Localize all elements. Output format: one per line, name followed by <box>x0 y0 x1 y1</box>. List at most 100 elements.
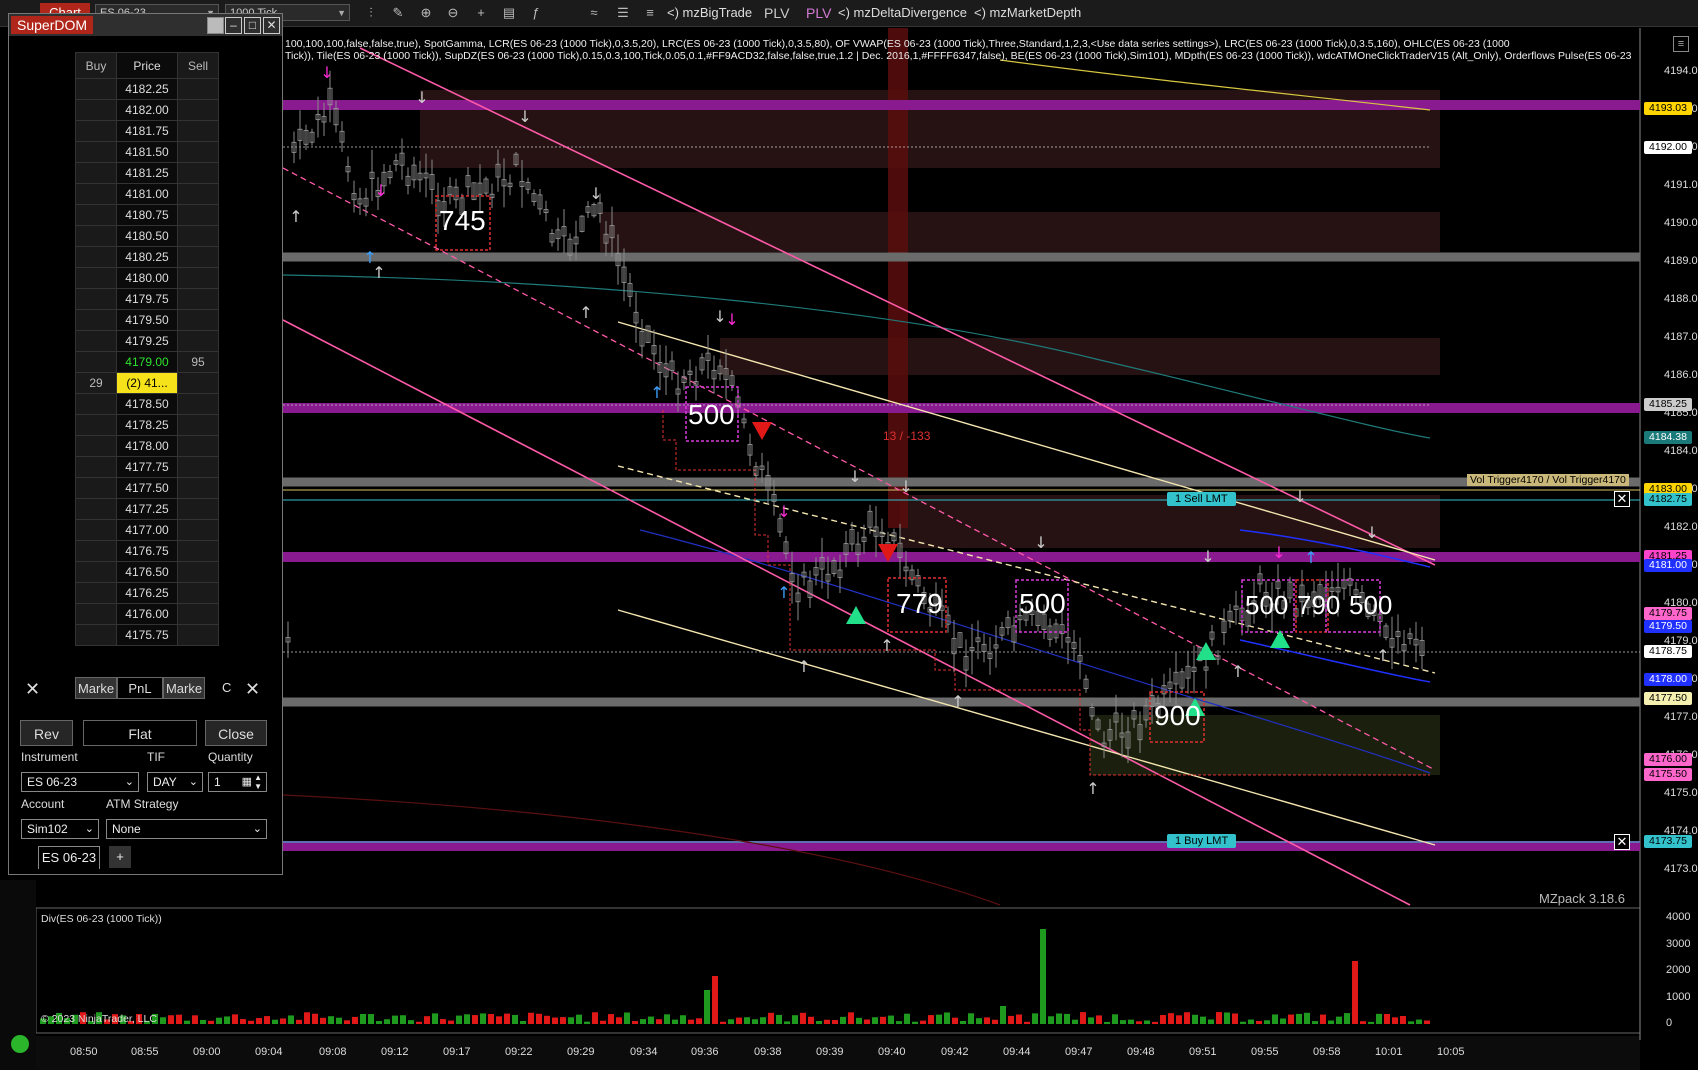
ladder-sell-cell[interactable] <box>177 225 219 247</box>
ladder-sell-cell[interactable] <box>177 183 219 205</box>
ladder-row[interactable]: 4177.75 <box>75 456 219 478</box>
ladder-buy-cell[interactable] <box>75 456 117 478</box>
ladder-buy-cell[interactable]: 29 <box>75 372 117 394</box>
ladder-sell-cell[interactable] <box>177 288 219 310</box>
ladder-sell-cell[interactable] <box>177 330 219 352</box>
color-swatch-icon[interactable] <box>207 17 224 34</box>
superdom-title-bar[interactable]: SuperDOM – □ ✕ <box>9 14 282 36</box>
ladder-row[interactable]: 4180.00 <box>75 267 219 289</box>
sell-limit-order-tag[interactable]: 1 Sell LMT <box>1167 492 1236 506</box>
cancel-buy-order-icon[interactable]: ✕ <box>1614 834 1630 850</box>
ladder-buy-cell[interactable] <box>75 204 117 226</box>
ladder-sell-cell[interactable] <box>177 204 219 226</box>
ladder-buy-cell[interactable] <box>75 225 117 247</box>
minimize-icon[interactable]: – <box>225 17 242 34</box>
ladder-sell-cell[interactable] <box>177 477 219 499</box>
bar-type-icon[interactable]: ⫶ <box>362 4 380 22</box>
cancel-sell-order-icon[interactable]: ✕ <box>1614 491 1630 507</box>
chart-trader-icon[interactable]: ≡ <box>641 4 659 22</box>
ladder-row[interactable]: 4181.00 <box>75 183 219 205</box>
price-ladder[interactable]: Buy Price Sell 4182.25 4182.00 4181.75 4181… <box>75 52 219 646</box>
ladder-buy-cell[interactable] <box>75 267 117 289</box>
ladder-buy-cell[interactable] <box>75 561 117 583</box>
ladder-sell-cell[interactable] <box>177 456 219 478</box>
ladder-buy-cell[interactable] <box>75 477 117 499</box>
properties-icon[interactable]: ☰ <box>614 4 632 22</box>
quantity-stepper[interactable]: 1 ▦ ▲ ▼ <box>208 772 267 792</box>
ladder-row[interactable]: 4180.50 <box>75 225 219 247</box>
crosshair-icon[interactable]: + <box>472 4 490 22</box>
ladder-row[interactable]: 29 (2) 41... <box>75 372 219 394</box>
ladder-sell-cell[interactable] <box>177 582 219 604</box>
ladder-row[interactable]: 4179.25 <box>75 330 219 352</box>
ladder-buy-cell[interactable] <box>75 603 117 625</box>
mzmarketdepth-button[interactable]: <) mzMarketDepth <box>974 5 1081 20</box>
instrument-select[interactable]: ES 06-23 ⌄ <box>21 772 139 792</box>
ladder-buy-cell[interactable] <box>75 330 117 352</box>
ladder-buy-cell[interactable] <box>75 183 117 205</box>
ladder-row[interactable]: 4180.75 <box>75 204 219 226</box>
atm-strategy-select[interactable]: None ⌄ <box>106 819 267 839</box>
ladder-sell-cell[interactable] <box>177 267 219 289</box>
ladder-row[interactable]: 4180.25 <box>75 246 219 268</box>
ladder-buy-cell[interactable] <box>75 120 117 142</box>
ladder-sell-cell[interactable] <box>177 393 219 415</box>
ladder-sell-cell[interactable] <box>177 561 219 583</box>
ladder-buy-cell[interactable] <box>75 78 117 100</box>
ladder-row[interactable]: 4178.50 <box>75 393 219 415</box>
ladder-sell-cell[interactable] <box>177 246 219 268</box>
ladder-sell-cell[interactable] <box>177 309 219 331</box>
ladder-sell-cell[interactable] <box>177 372 219 394</box>
close-orders-icon[interactable]: ✕ <box>245 679 260 700</box>
ladder-sell-cell[interactable] <box>177 120 219 142</box>
flatten-button[interactable]: Flat <box>83 720 197 746</box>
market-sell-button[interactable]: Marke <box>163 677 205 699</box>
ladder-row[interactable]: 4181.75 <box>75 120 219 142</box>
plv-button[interactable]: PLV <box>764 5 789 21</box>
ladder-buy-cell[interactable] <box>75 582 117 604</box>
ladder-sell-cell[interactable] <box>177 435 219 457</box>
close-icon[interactable]: ✕ <box>263 17 280 34</box>
ladder-buy-cell[interactable] <box>75 435 117 457</box>
ladder-buy-cell[interactable] <box>75 99 117 121</box>
ladder-sell-cell[interactable] <box>177 519 219 541</box>
zoom-in-icon[interactable]: ⊕ <box>417 4 435 22</box>
add-tab-button[interactable]: + <box>109 846 131 868</box>
ladder-row[interactable]: 4177.50 <box>75 477 219 499</box>
ladder-row[interactable]: 4182.25 <box>75 78 219 100</box>
data-box-icon[interactable]: ▤ <box>500 4 518 22</box>
ladder-buy-cell[interactable] <box>75 519 117 541</box>
ladder-buy-cell[interactable] <box>75 162 117 184</box>
ladder-row[interactable]: 4179.75 <box>75 288 219 310</box>
ladder-sell-cell[interactable] <box>177 624 219 646</box>
reverse-button[interactable]: Rev <box>20 720 73 746</box>
strategies-icon[interactable]: ≈ <box>585 4 603 22</box>
ladder-sell-cell[interactable] <box>177 414 219 436</box>
maximize-icon[interactable]: □ <box>244 17 261 34</box>
collapse-icon[interactable]: ≡ <box>1673 36 1689 52</box>
indicators-icon[interactable]: ƒ <box>527 4 545 22</box>
close-position-button[interactable]: Close <box>205 720 267 746</box>
ladder-sell-cell[interactable]: 95 <box>177 351 219 373</box>
tab-es-06-23[interactable]: ES 06-23 <box>38 846 100 869</box>
buy-limit-order-tag[interactable]: 1 Buy LMT <box>1167 834 1237 848</box>
plv-button-active[interactable]: PLV <box>806 5 831 21</box>
ladder-buy-cell[interactable] <box>75 414 117 436</box>
mzdeltadivergence-button[interactable]: <) mzDeltaDivergence <box>838 5 967 20</box>
pnl-display[interactable]: PnL <box>117 677 163 699</box>
ladder-sell-cell[interactable] <box>177 99 219 121</box>
ladder-buy-cell[interactable] <box>75 393 117 415</box>
ladder-sell-cell[interactable] <box>177 498 219 520</box>
draw-pencil-icon[interactable]: ✎ <box>389 4 407 22</box>
stepper-arrows-icon[interactable]: ▲ ▼ <box>254 773 262 791</box>
ladder-buy-cell[interactable] <box>75 351 117 373</box>
ladder-row[interactable]: 4177.25 <box>75 498 219 520</box>
ladder-row[interactable]: 4176.25 <box>75 582 219 604</box>
ladder-buy-cell[interactable] <box>75 540 117 562</box>
calculator-icon[interactable]: ▦ <box>242 773 252 791</box>
c-button[interactable]: C <box>222 680 231 695</box>
account-select[interactable]: Sim102 ⌄ <box>21 819 99 839</box>
ladder-sell-cell[interactable] <box>177 141 219 163</box>
ladder-row[interactable]: 4181.50 <box>75 141 219 163</box>
ladder-row[interactable]: 4178.00 <box>75 435 219 457</box>
